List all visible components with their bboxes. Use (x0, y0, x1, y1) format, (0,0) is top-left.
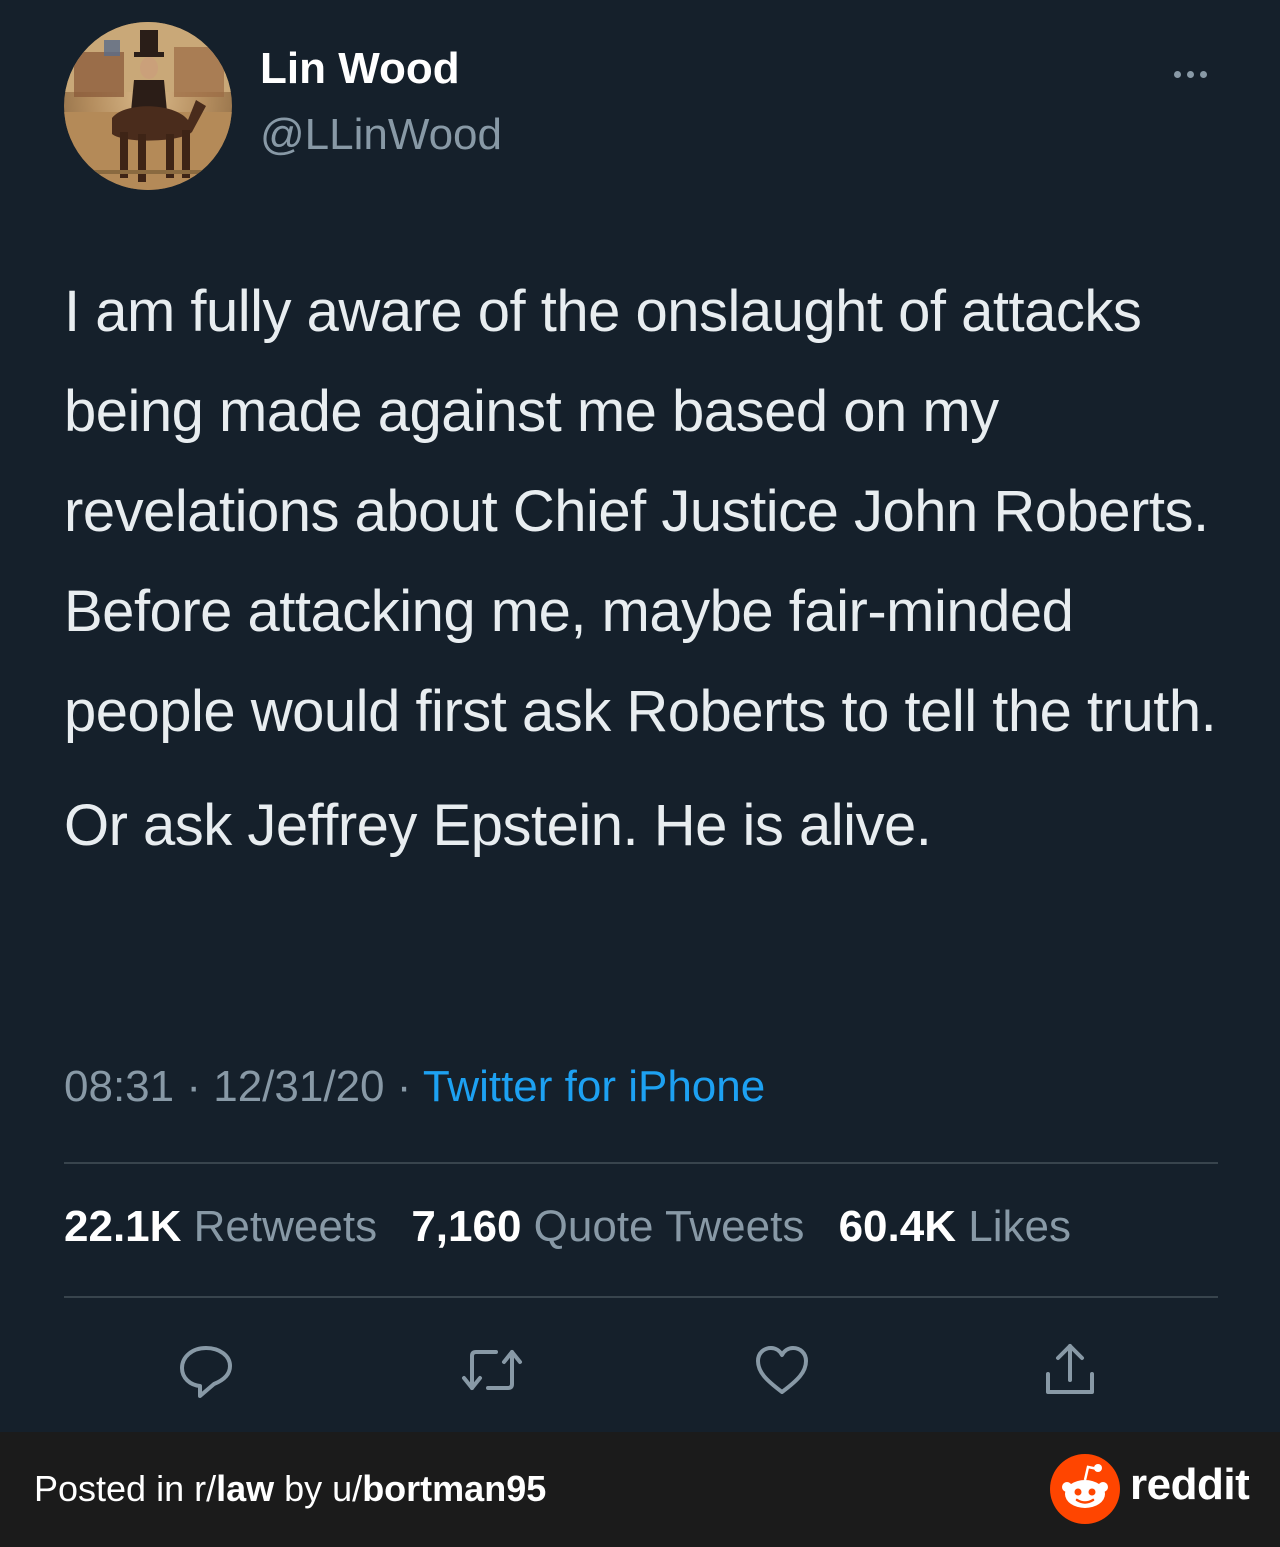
like-icon[interactable] (750, 1338, 814, 1402)
reddit-footer: Posted in r/law by u/bortman95 reddit (0, 1432, 1280, 1547)
tweet-meta: 08:31 · 12/31/20 · Twitter for iPhone (64, 1062, 765, 1112)
reddit-logo-icon[interactable] (1050, 1454, 1120, 1524)
retweets-stat[interactable]: 22.1K Retweets (64, 1202, 377, 1251)
subreddit-link[interactable]: law (216, 1468, 274, 1509)
posted-in-text: Posted in r/law by u/bortman95 (34, 1468, 546, 1510)
divider (64, 1162, 1218, 1164)
reply-icon[interactable] (174, 1338, 238, 1402)
tweet-paragraph: I am fully aware of the onslaught of att… (64, 279, 1217, 744)
user-handle[interactable]: @LLinWood (260, 110, 502, 160)
quote-tweets-stat[interactable]: 7,160 Quote Tweets (411, 1202, 804, 1251)
retweets-label: Retweets (193, 1202, 378, 1251)
tweet-paragraph: Or ask Jeffrey Epstein. He is alive. (64, 793, 932, 858)
tweet-stats: 22.1K Retweets 7,160 Quote Tweets 60.4K … (64, 1202, 1071, 1252)
tweet-card: Lin Wood @LLinWood I am fully aware of t… (0, 0, 1280, 1432)
more-options-icon[interactable] (1162, 56, 1218, 92)
quote-tweets-count: 7,160 (411, 1202, 522, 1251)
posted-in-prefix: Posted in r/ (34, 1468, 217, 1509)
display-name[interactable]: Lin Wood (260, 44, 460, 94)
meta-separator: · (186, 1062, 201, 1111)
share-icon[interactable] (1038, 1338, 1102, 1402)
likes-stat[interactable]: 60.4K Likes (839, 1202, 1071, 1251)
likes-label: Likes (968, 1202, 1071, 1251)
reddit-wordmark: reddit (1130, 1460, 1250, 1509)
tweet-time[interactable]: 08:31 (64, 1062, 174, 1111)
username-link[interactable]: bortman95 (362, 1468, 546, 1509)
tweet-source-link[interactable]: Twitter for iPhone (423, 1062, 765, 1111)
tweet-date[interactable]: 12/31/20 (213, 1062, 384, 1111)
tweet-text: I am fully aware of the onslaught of att… (64, 262, 1244, 876)
likes-count: 60.4K (838, 1202, 956, 1251)
retweets-count: 22.1K (64, 1202, 182, 1251)
meta-separator: · (396, 1062, 412, 1111)
divider (64, 1296, 1218, 1298)
posted-by-prefix: by u/ (274, 1468, 363, 1509)
retweet-icon[interactable] (460, 1338, 524, 1402)
horse-rider-avatar[interactable] (64, 22, 232, 190)
quote-tweets-label: Quote Tweets (533, 1202, 805, 1251)
